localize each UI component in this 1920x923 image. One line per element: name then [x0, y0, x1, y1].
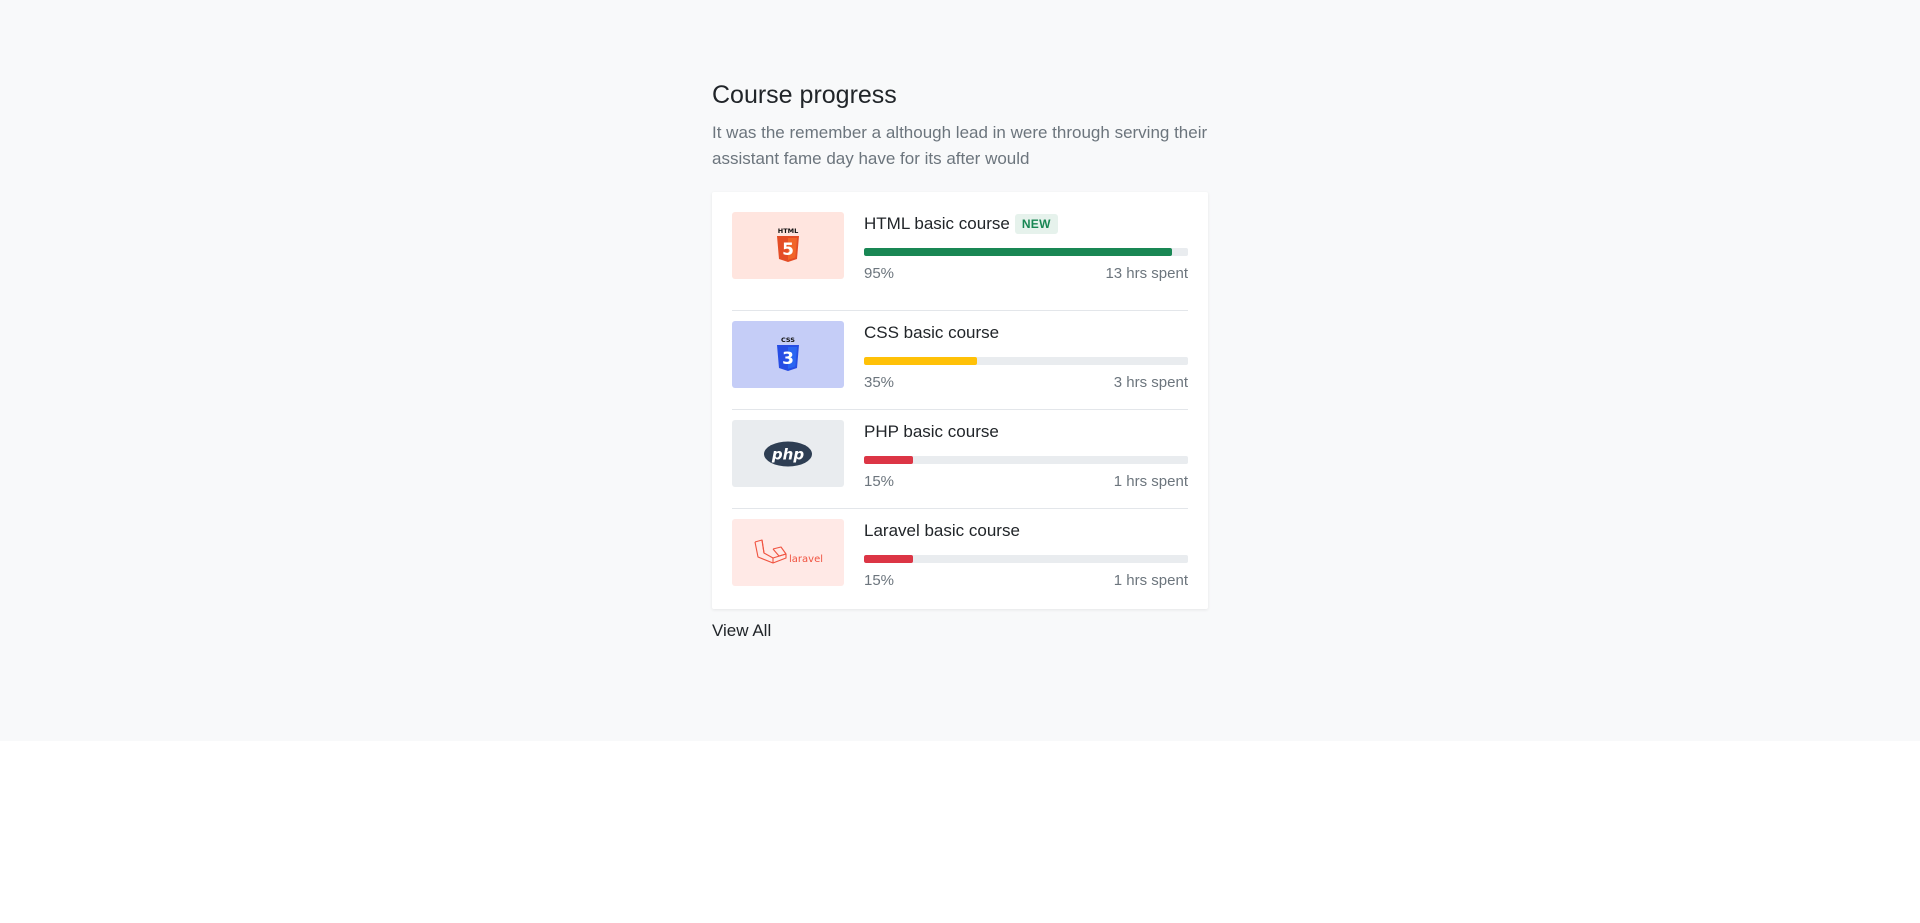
course-info: HTML basic course NEW 95% 13 hrs spent [864, 212, 1188, 282]
course-name[interactable]: HTML basic course [864, 214, 1010, 234]
svg-text:HTML: HTML [778, 227, 798, 235]
course-list-card: HTML 5 HTML basic course NEW 95% 13 hrs … [712, 192, 1208, 609]
svg-text:laravel: laravel [789, 554, 823, 565]
course-thumbnail: CSS 3 [732, 321, 844, 388]
progress-percent: 15% [864, 572, 895, 589]
page-subtitle: It was the remember a although lead in w… [712, 123, 1208, 168]
html5-logo-icon: HTML 5 [777, 227, 799, 262]
time-spent: 3 hrs spent [1113, 374, 1188, 391]
course-item-php[interactable]: php PHP basic course 15% 1 hrs spent [732, 410, 1188, 509]
course-item-laravel[interactable]: laravel Laravel basic course 15% 1 hrs s… [732, 509, 1188, 589]
course-info: Laravel basic course 15% 1 hrs spent [864, 519, 1188, 589]
page-title: Course progress [712, 81, 897, 109]
time-spent: 1 hrs spent [1113, 572, 1188, 589]
svg-text:3: 3 [782, 349, 794, 369]
time-spent: 13 hrs spent [1105, 265, 1188, 282]
progress-percent: 35% [864, 374, 895, 391]
course-name[interactable]: CSS basic course [864, 323, 999, 343]
course-progress-section: Course progress It was the remember a al… [0, 0, 1920, 741]
progress-track [864, 357, 1188, 365]
progress-bar-fill [864, 555, 913, 563]
course-info: CSS basic course 35% 3 hrs spent [864, 321, 1188, 391]
css3-logo-icon: CSS 3 [777, 336, 799, 371]
course-name[interactable]: PHP basic course [864, 422, 999, 442]
new-badge: NEW [1014, 214, 1058, 234]
progress-percent: 95% [864, 265, 895, 282]
course-thumbnail: php [732, 420, 844, 487]
course-progress-container: Course progress It was the remember a al… [712, 78, 1208, 641]
php-logo-icon: php [764, 441, 812, 466]
course-item-css[interactable]: CSS 3 CSS basic course 35% 3 hrs spent [732, 311, 1188, 410]
progress-percent: 15% [864, 473, 895, 490]
progress-bar-fill [864, 456, 913, 464]
view-all-link[interactable]: View All [712, 621, 771, 641]
time-spent: 1 hrs spent [1113, 473, 1188, 490]
course-thumbnail: laravel [732, 519, 844, 586]
progress-track [864, 456, 1188, 464]
course-name[interactable]: Laravel basic course [864, 521, 1020, 541]
progress-bar-fill [864, 248, 1172, 256]
svg-text:CSS: CSS [781, 336, 795, 344]
progress-bar-fill [864, 357, 978, 365]
progress-track [864, 555, 1188, 563]
progress-track [864, 248, 1188, 256]
laravel-logo-icon: laravel [754, 538, 823, 565]
course-item-html[interactable]: HTML 5 HTML basic course NEW 95% 13 hrs … [732, 212, 1188, 311]
svg-text:5: 5 [782, 240, 794, 260]
course-thumbnail: HTML 5 [732, 212, 844, 279]
course-info: PHP basic course 15% 1 hrs spent [864, 420, 1188, 490]
svg-text:php: php [771, 445, 804, 463]
